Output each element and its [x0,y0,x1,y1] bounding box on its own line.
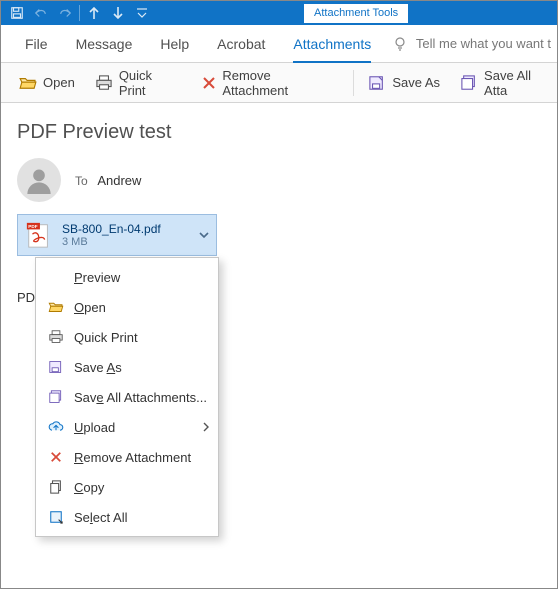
remove-attachment-button[interactable]: Remove Attachment [192,64,349,102]
attachment-filesize: 3 MB [62,236,161,248]
save-icon[interactable] [5,1,29,25]
remove-label: Remove Attachment [222,68,339,98]
ctx-upload[interactable]: Upload [36,412,218,442]
attachment-filename: SB-800_En-04.pdf [62,222,161,236]
arrow-up-icon[interactable] [82,1,106,25]
ctx-select-all-label: Select All [74,510,127,525]
attachment-context-menu: Preview Open Quick Print Save As Save Al… [35,257,219,537]
printer-icon [95,75,113,91]
person-icon [25,166,53,194]
customize-qat-icon[interactable] [130,1,154,25]
attachment-chip[interactable]: PDF SB-800_En-04.pdf 3 MB [17,214,217,256]
tell-me-label: Tell me what you want t [416,36,551,51]
ctx-save-all[interactable]: Save All Attachments... [36,382,218,412]
save-all-label: Save All Atta [484,68,557,98]
ctx-preview-label: Preview [74,270,120,285]
title-bar: Attachment Tools [1,1,557,25]
toolbar-separator [353,70,354,96]
menu-attachments[interactable]: Attachments [279,25,385,62]
menu-acrobat[interactable]: Acrobat [203,25,279,62]
quick-print-button[interactable]: Quick Print [85,64,193,102]
menu-message[interactable]: Message [62,25,147,62]
save-as-label: Save As [392,75,440,90]
printer-icon [46,330,66,344]
avatar [17,158,61,202]
ctx-preview[interactable]: Preview [36,262,218,292]
open-button[interactable]: Open [9,71,85,94]
submenu-arrow-icon [202,422,210,432]
save-as-icon [46,360,66,374]
menu-help[interactable]: Help [146,25,203,62]
redo-icon[interactable] [53,1,77,25]
qat-separator [79,5,80,21]
save-as-button[interactable]: Save As [358,71,450,95]
folder-open-icon [46,301,66,313]
ctx-remove-label: Remove Attachment [74,450,191,465]
save-as-icon [368,75,386,91]
svg-text:PDF: PDF [28,224,37,229]
context-tab-label: Attachment Tools [304,4,408,23]
menu-file[interactable]: File [11,25,62,62]
menu-bar: File Message Help Acrobat Attachments Te… [1,25,557,63]
arrow-down-icon[interactable] [106,1,130,25]
ctx-open[interactable]: Open [36,292,218,322]
select-all-icon [46,510,66,524]
folder-open-icon [19,76,37,90]
to-label: To [75,174,88,188]
ctx-upload-label: Upload [74,420,115,435]
ctx-copy[interactable]: Copy [36,472,218,502]
ribbon-toolbar: Open Quick Print Remove Attachment Save … [1,63,557,103]
ctx-quick-print-label: Quick Print [74,330,138,345]
open-label: Open [43,75,75,90]
ctx-copy-label: Copy [74,480,104,495]
ctx-save-all-label: Save All Attachments... [74,390,207,405]
tell-me-search[interactable]: Tell me what you want t [392,36,557,52]
save-all-icon [460,75,478,91]
to-value: Andrew [97,173,141,188]
ctx-open-label: Open [74,300,106,315]
cloud-upload-icon [46,421,66,433]
pdf-file-icon: PDF [26,221,52,249]
lightbulb-icon [392,36,408,52]
ctx-remove[interactable]: Remove Attachment [36,442,218,472]
save-all-icon [46,390,66,404]
ctx-save-as-label: Save As [74,360,122,375]
save-all-button[interactable]: Save All Atta [450,64,557,102]
ctx-quick-print[interactable]: Quick Print [36,322,218,352]
ctx-select-all[interactable]: Select All [36,502,218,532]
quick-print-label: Quick Print [119,68,183,98]
x-icon [202,76,216,90]
recipient-row: To Andrew [17,158,541,202]
chevron-down-icon[interactable] [198,229,210,241]
mail-subject: PDF Preview test [17,121,541,144]
x-icon [46,451,66,463]
ctx-save-as[interactable]: Save As [36,352,218,382]
copy-icon [46,480,66,494]
undo-icon[interactable] [29,1,53,25]
